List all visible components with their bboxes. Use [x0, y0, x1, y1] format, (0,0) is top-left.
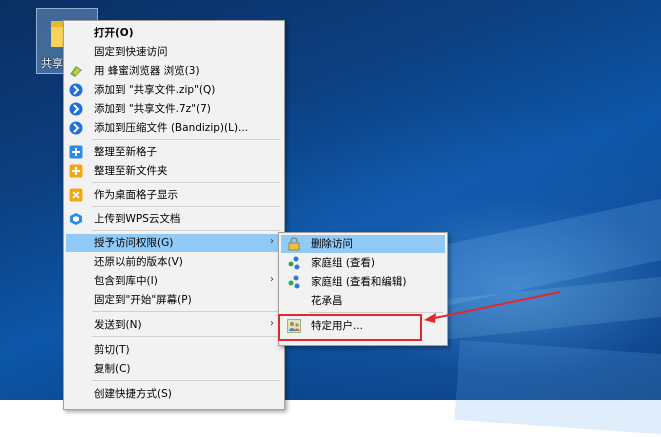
menu-item-add-archive-bandizip[interactable]: 添加到压缩文件 (Bandizip)(L)...	[66, 119, 282, 137]
menu-item-pin-start[interactable]: 固定到"开始"屏幕(P)	[66, 291, 282, 309]
submenu-item-remove-access[interactable]: 删除访问	[281, 235, 445, 253]
submenu-item-label: 花承昌	[311, 295, 343, 307]
folder-plus-icon	[69, 164, 83, 178]
menu-item-label: 打开(O)	[94, 27, 134, 39]
menu-item-show-as-fence[interactable]: 作为桌面格子显示	[66, 186, 282, 204]
chevron-right-icon: ›	[270, 274, 274, 285]
context-menu: 打开(O) 固定到快速访问 用 蜂蜜浏览器 浏览(3) 添加到 "共享文件.zi…	[63, 20, 285, 410]
menu-item-label: 创建快捷方式(S)	[94, 388, 172, 400]
bandizip-icon	[69, 121, 83, 135]
menu-item-label: 上传到WPS云文档	[94, 213, 181, 225]
menu-separator	[92, 139, 280, 140]
menu-item-open[interactable]: 打开(O)	[66, 24, 282, 42]
menu-separator	[92, 182, 280, 183]
menu-item-add-7z[interactable]: 添加到 "共享文件.7z"(7)	[66, 100, 282, 118]
menu-item-give-access[interactable]: 授予访问权限(G) ›	[66, 234, 282, 252]
desktop-fence-icon	[69, 188, 83, 202]
menu-item-restore-previous[interactable]: 还原以前的版本(V)	[66, 253, 282, 271]
menu-separator	[92, 380, 280, 381]
bandizip-icon	[69, 83, 83, 97]
menu-item-copy[interactable]: 复制(C)	[66, 360, 282, 378]
chevron-right-icon: ›	[270, 318, 274, 329]
menu-item-label: 添加到 "共享文件.zip"(Q)	[94, 84, 216, 96]
menu-item-label: 固定到快速访问	[94, 46, 168, 58]
menu-item-label: 复制(C)	[94, 363, 131, 375]
menu-item-include-library[interactable]: 包含到库中(I) ›	[66, 272, 282, 290]
menu-item-label: 固定到"开始"屏幕(P)	[94, 294, 192, 306]
submenu-item-label: 家庭组 (查看和编辑)	[311, 276, 407, 288]
menu-item-label: 用 蜂蜜浏览器 浏览(3)	[94, 65, 200, 77]
annotation-arrow-icon	[424, 291, 561, 323]
menu-item-cut[interactable]: 剪切(T)	[66, 341, 282, 359]
menu-separator	[92, 230, 280, 231]
menu-item-organize-new-fence[interactable]: 整理至新格子	[66, 143, 282, 161]
submenu-item-homegroup-view[interactable]: 家庭组 (查看)	[281, 254, 445, 272]
menu-item-add-zip[interactable]: 添加到 "共享文件.zip"(Q)	[66, 81, 282, 99]
menu-item-label: 发送到(N)	[94, 319, 142, 331]
honey-browser-icon	[70, 66, 82, 77]
wps-cloud-icon	[70, 213, 82, 225]
menu-item-label: 添加到 "共享文件.7z"(7)	[94, 103, 211, 115]
menu-item-create-shortcut[interactable]: 创建快捷方式(S)	[66, 385, 282, 403]
menu-item-label: 剪切(T)	[94, 344, 130, 356]
menu-item-label: 还原以前的版本(V)	[94, 256, 183, 268]
homegroup-icon	[288, 256, 300, 270]
menu-item-label: 包含到库中(I)	[94, 275, 158, 287]
lock-icon	[288, 237, 300, 251]
chevron-right-icon: ›	[270, 236, 274, 247]
menu-item-send-to[interactable]: 发送到(N) ›	[66, 316, 282, 334]
menu-separator	[92, 336, 280, 337]
submenu-item-label: 删除访问	[311, 238, 353, 250]
menu-item-honey-browser[interactable]: 用 蜂蜜浏览器 浏览(3)	[66, 62, 282, 80]
menu-item-label: 作为桌面格子显示	[94, 189, 178, 201]
homegroup-icon	[288, 275, 300, 289]
menu-item-label: 整理至新文件夹	[94, 165, 168, 177]
bandizip-icon	[69, 102, 83, 116]
submenu-item-label: 家庭组 (查看)	[311, 257, 376, 269]
menu-separator	[92, 311, 280, 312]
menu-item-pin-quick-access[interactable]: 固定到快速访问	[66, 43, 282, 61]
wallpaper-light-ray	[454, 340, 661, 437]
fences-icon	[69, 145, 83, 159]
menu-item-label: 添加到压缩文件 (Bandizip)(L)...	[94, 122, 249, 134]
menu-item-organize-new-folder[interactable]: 整理至新文件夹	[66, 162, 282, 180]
menu-item-label: 整理至新格子	[94, 146, 157, 158]
menu-item-label: 授予访问权限(G)	[94, 237, 174, 249]
menu-item-upload-wps[interactable]: 上传到WPS云文档	[66, 210, 282, 228]
menu-separator	[92, 206, 280, 207]
annotation-highlight-box	[278, 314, 422, 341]
